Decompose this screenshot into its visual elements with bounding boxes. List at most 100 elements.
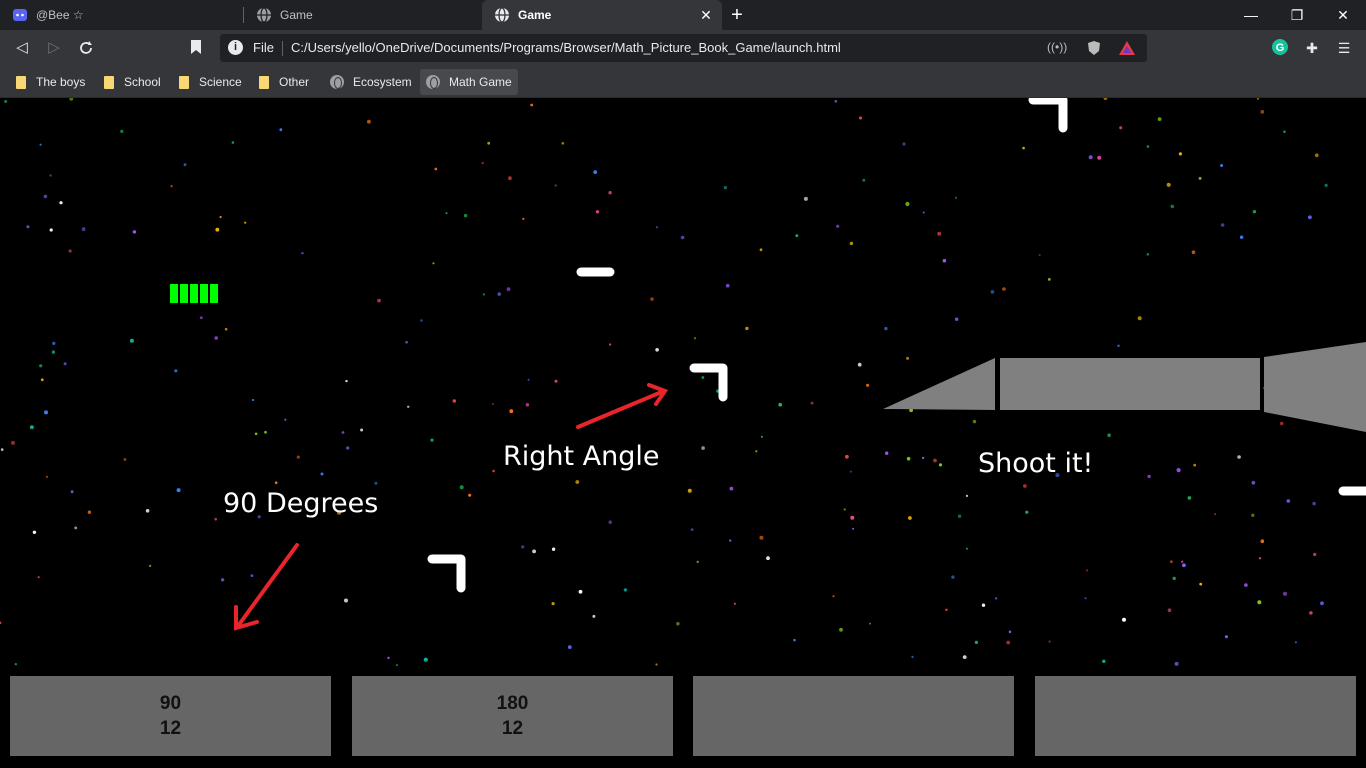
- star: [962, 655, 967, 659]
- new-tab-button[interactable]: +: [727, 5, 747, 25]
- bookmark-label: Other: [279, 75, 310, 89]
- star: [849, 241, 854, 246]
- star: [1170, 204, 1175, 209]
- bookmark-folder-science[interactable]: Science: [173, 69, 248, 95]
- ship-nose: [883, 358, 995, 410]
- right-angle-shape[interactable]: [1028, 98, 1068, 133]
- back-icon[interactable]: ◁: [10, 36, 34, 60]
- game-canvas[interactable]: Right Angle 90 Degrees Shoot it! 90 12 1…: [0, 98, 1366, 768]
- info-icon[interactable]: i: [228, 40, 243, 55]
- close-window-button[interactable]: ✕: [1320, 0, 1366, 30]
- star: [680, 235, 685, 240]
- tab-discord[interactable]: @Bee ☆: [0, 0, 243, 30]
- address-bar[interactable]: i File C:/Users/yello/OneDrive/Documents…: [220, 34, 1147, 62]
- star: [593, 170, 598, 174]
- minimize-button[interactable]: —: [1228, 0, 1274, 30]
- grammarly-icon[interactable]: G: [1270, 38, 1290, 58]
- star: [733, 602, 737, 605]
- star: [405, 340, 408, 344]
- forward-icon[interactable]: ▷: [42, 36, 66, 60]
- star: [1038, 254, 1041, 256]
- reload-icon[interactable]: [74, 36, 98, 60]
- star: [902, 142, 906, 146]
- star: [885, 451, 889, 455]
- player-ship[interactable]: [883, 342, 1366, 432]
- brave-shield-icon[interactable]: [1085, 40, 1103, 56]
- star: [74, 526, 78, 530]
- star: [1146, 145, 1150, 148]
- star: [49, 228, 53, 232]
- star: [906, 456, 911, 461]
- star: [974, 640, 979, 645]
- star: [687, 488, 692, 493]
- star: [866, 383, 870, 387]
- star: [945, 608, 948, 611]
- url-scheme: File: [253, 40, 274, 55]
- star: [551, 547, 556, 551]
- star: [1146, 253, 1150, 256]
- bookmark-folder-other[interactable]: Other: [253, 69, 315, 95]
- bookmark-label: Math Game: [449, 75, 512, 89]
- url-text[interactable]: C:/Users/yello/OneDrive/Documents/Progra…: [291, 40, 841, 55]
- star: [1199, 582, 1203, 586]
- star: [407, 405, 410, 408]
- star: [174, 369, 178, 373]
- star: [423, 657, 428, 662]
- star: [1312, 501, 1316, 506]
- bookmark-icon[interactable]: [190, 39, 202, 55]
- close-tab-icon[interactable]: ✕: [698, 7, 714, 23]
- star: [81, 227, 86, 232]
- star: [377, 298, 381, 303]
- star: [509, 409, 514, 414]
- star: [937, 231, 942, 236]
- star: [468, 493, 472, 497]
- star: [4, 100, 8, 103]
- star: [1103, 98, 1108, 100]
- star: [430, 438, 434, 442]
- star: [463, 213, 468, 218]
- tab-game-active[interactable]: Game ✕: [482, 0, 722, 30]
- star: [745, 326, 749, 331]
- bookmark-folder-school[interactable]: School: [98, 69, 167, 95]
- extensions-icon[interactable]: ✚: [1302, 38, 1322, 58]
- star: [250, 574, 254, 577]
- star: [995, 597, 998, 600]
- star: [623, 588, 628, 592]
- bookmark-math-game[interactable]: Math Game: [420, 69, 518, 95]
- star: [906, 356, 910, 360]
- star: [525, 403, 530, 407]
- star: [1174, 661, 1179, 666]
- health-segment: [200, 284, 208, 303]
- tab-game-1[interactable]: Game: [244, 0, 482, 30]
- star: [224, 327, 228, 331]
- broadcast-icon[interactable]: ((•)): [1047, 40, 1067, 56]
- brave-rewards-icon[interactable]: [1118, 40, 1136, 56]
- bookmark-ecosystem[interactable]: Ecosystem: [324, 69, 418, 95]
- right-angle-shape[interactable]: [427, 554, 466, 593]
- star: [1324, 183, 1328, 187]
- star: [459, 485, 464, 490]
- star: [123, 458, 127, 461]
- menu-icon[interactable]: ☰: [1334, 38, 1354, 58]
- star: [346, 446, 350, 450]
- answer-box-4[interactable]: [1035, 676, 1356, 756]
- answer-box-1[interactable]: 90 12: [10, 676, 331, 756]
- maximize-button[interactable]: ❐: [1274, 0, 1320, 30]
- star: [432, 262, 435, 265]
- star: [1224, 635, 1228, 639]
- star: [506, 287, 511, 292]
- star: [836, 224, 840, 228]
- star: [219, 215, 222, 219]
- star: [869, 622, 871, 625]
- answer-box-2[interactable]: 180 12: [352, 676, 673, 756]
- star: [972, 419, 977, 424]
- star: [0, 448, 4, 451]
- star: [696, 560, 699, 564]
- star: [981, 603, 986, 607]
- star: [723, 185, 728, 190]
- star: [650, 297, 654, 301]
- star: [1182, 563, 1186, 568]
- answer-box-3[interactable]: [693, 676, 1014, 756]
- right-angle-shape[interactable]: [689, 363, 728, 402]
- bookmark-folder-the-boys[interactable]: The boys: [10, 69, 91, 95]
